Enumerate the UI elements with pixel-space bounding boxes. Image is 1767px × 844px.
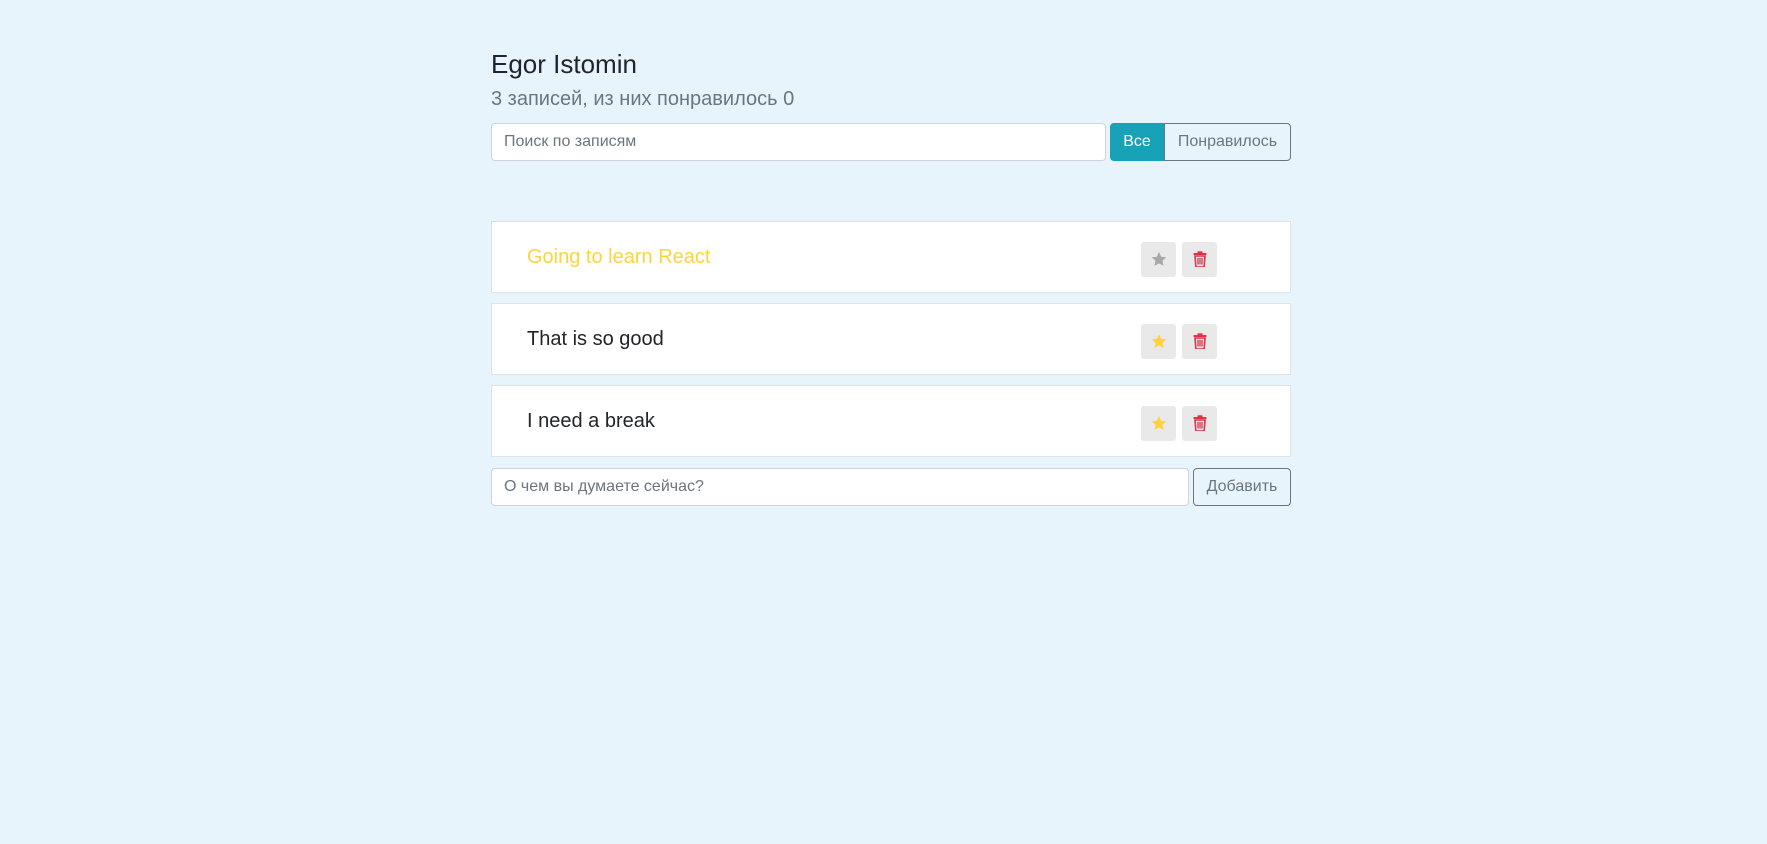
delete-button[interactable]	[1182, 241, 1217, 277]
star-button[interactable]	[1141, 241, 1176, 277]
list-item: Going to learn React	[491, 221, 1291, 293]
trash-icon	[1193, 251, 1206, 267]
filter-group: Все Понравилось	[1110, 123, 1291, 161]
delete-button[interactable]	[1182, 323, 1217, 359]
add-post-form: Добавить	[491, 468, 1291, 506]
trash-icon	[1193, 415, 1206, 431]
star-icon	[1151, 252, 1166, 266]
post-label[interactable]: I need a break	[527, 409, 655, 433]
star-icon	[1151, 416, 1166, 430]
star-button[interactable]	[1141, 323, 1176, 359]
post-buttons	[1141, 323, 1217, 359]
post-counter: 3 записей, из них понравилось 0	[491, 88, 795, 110]
new-post-input[interactable]	[491, 468, 1189, 506]
post-list: Going to learn React That is so good I n…	[491, 221, 1291, 457]
post-label[interactable]: Going to learn React	[527, 245, 710, 269]
delete-button[interactable]	[1182, 405, 1217, 441]
page-title: Egor Istomin	[491, 49, 637, 79]
list-item: That is so good	[491, 303, 1291, 375]
post-label[interactable]: That is so good	[527, 327, 664, 351]
search-input[interactable]	[491, 123, 1106, 161]
add-button[interactable]: Добавить	[1193, 468, 1291, 506]
list-item: I need a break	[491, 385, 1291, 457]
trash-icon	[1193, 333, 1206, 349]
star-icon	[1151, 334, 1166, 348]
post-buttons	[1141, 405, 1217, 441]
star-button[interactable]	[1141, 405, 1176, 441]
app: Egor Istomin 3 записей, из них понравило…	[491, 48, 1291, 506]
post-buttons	[1141, 241, 1217, 277]
app-header: Egor Istomin 3 записей, из них понравило…	[491, 48, 1291, 112]
filter-all-button[interactable]: Все	[1110, 123, 1164, 161]
search-panel: Все Понравилось	[491, 123, 1291, 161]
filter-liked-button[interactable]: Понравилось	[1164, 123, 1291, 161]
